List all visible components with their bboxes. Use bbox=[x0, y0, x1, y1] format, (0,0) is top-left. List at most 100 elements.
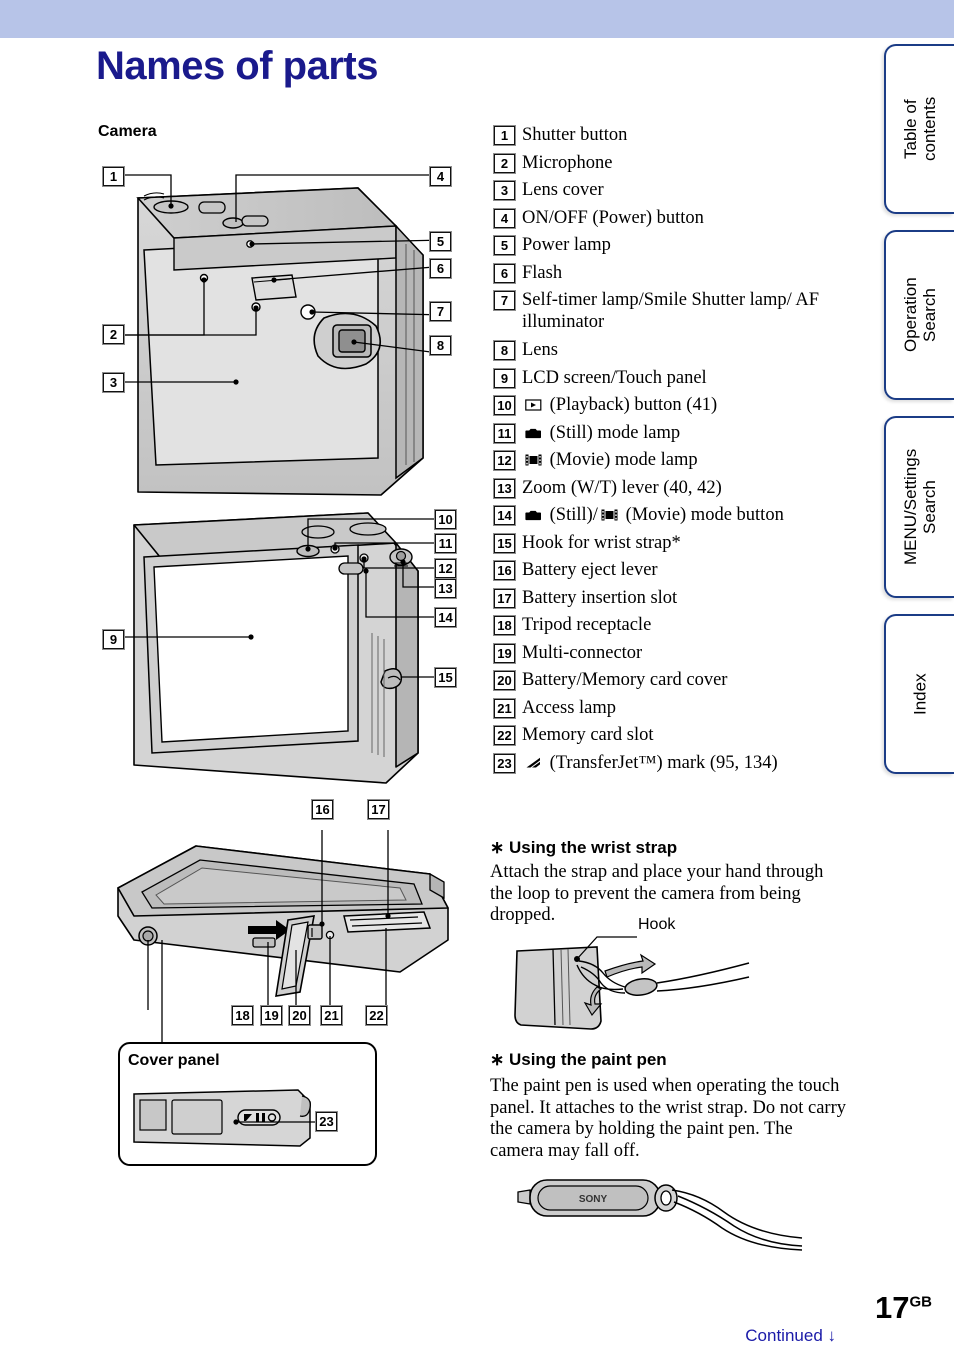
callout-23: 23 bbox=[315, 1111, 338, 1132]
part-label-17: Battery insertion slot bbox=[522, 587, 678, 608]
part-number-4: 4 bbox=[493, 207, 516, 229]
part-label-6: Flash bbox=[522, 262, 563, 283]
part-label-9: LCD screen/Touch panel bbox=[522, 367, 707, 388]
callout-7: 7 bbox=[429, 301, 452, 322]
callout-6: 6 bbox=[429, 258, 452, 279]
callout-15: 15 bbox=[434, 667, 457, 688]
callout-5: 5 bbox=[429, 231, 452, 252]
part-item-18: 18 Tripod receptacle bbox=[493, 614, 854, 636]
part-number-17: 17 bbox=[493, 587, 516, 609]
part-item-7: 7 Self-timer lamp/Smile Shutter lamp/ AF … bbox=[493, 289, 854, 333]
part-label-19: Multi-connector bbox=[522, 642, 643, 663]
part-label-1: Shutter button bbox=[522, 125, 628, 145]
part-item-11: 11 (Still) mode lamp bbox=[493, 422, 854, 444]
part-number-10: 10 bbox=[493, 395, 516, 416]
part-item-14: 14 (Still)/ (Movie) mode button bbox=[493, 504, 854, 526]
part-label-10: (Playback) button (41) bbox=[522, 394, 854, 416]
page-number: 17GB bbox=[875, 1290, 932, 1326]
part-item-3: 3 Lens cover bbox=[493, 179, 854, 201]
part-item-1: 1 Shutter button bbox=[493, 124, 854, 146]
part-number-13: 13 bbox=[493, 477, 516, 499]
part-label-11: (Still) mode lamp bbox=[522, 422, 854, 444]
part-number-12: 12 bbox=[493, 450, 516, 471]
part-item-15: 15 Hook for wrist strap* bbox=[493, 532, 854, 554]
wrist-strap-diagram bbox=[505, 925, 785, 1035]
part-label-7: Self-timer lamp/Smile Shutter lamp/ AF i… bbox=[522, 290, 820, 332]
part-label-3: Lens cover bbox=[522, 180, 604, 200]
paint-pen-body: The paint pen is used when operating the… bbox=[490, 1076, 847, 1161]
part-item-16: 16 Battery eject lever bbox=[493, 559, 854, 581]
callout-14: 14 bbox=[434, 607, 457, 628]
tab-index[interactable]: Index bbox=[884, 614, 954, 774]
part-label-14: (Still)/ (Movie) mode button bbox=[522, 504, 854, 526]
callout-18: 18 bbox=[231, 1005, 254, 1026]
callout-20: 20 bbox=[288, 1005, 311, 1026]
part-item-8: 8 Lens bbox=[493, 339, 854, 361]
tab-table-of-contents[interactable]: Table of contents bbox=[884, 44, 954, 214]
still-camera-icon bbox=[525, 510, 541, 521]
part-item-5: 5 Power lamp bbox=[493, 234, 854, 256]
callout-17: 17 bbox=[367, 799, 390, 820]
part-label-13: Zoom (W/T) lever (40, 42) bbox=[522, 477, 722, 498]
movie-film-icon bbox=[525, 454, 542, 466]
part-number-18: 18 bbox=[493, 615, 516, 636]
still-camera-icon bbox=[525, 428, 541, 438]
transferjet-icon bbox=[526, 757, 540, 767]
tab-menu-settings-search[interactable]: MENU/Settings Search bbox=[884, 416, 954, 598]
callout-1: 1 bbox=[102, 166, 125, 187]
part-label-text2-14: (Movie) mode button bbox=[620, 505, 784, 525]
part-label-text-14: (Still)/ bbox=[545, 505, 598, 525]
part-label-4: ON/OFF (Power) button bbox=[522, 207, 704, 228]
wrist-strap-heading: ∗ Using the wrist strap bbox=[490, 838, 678, 857]
paint-pen-heading: ∗ Using the paint pen bbox=[490, 1050, 667, 1069]
continued-link[interactable]: Continued ↓ bbox=[745, 1326, 836, 1346]
part-item-2: 2 Microphone bbox=[493, 152, 854, 174]
callout-21: 21 bbox=[320, 1005, 343, 1026]
part-item-10: 10 (Playback) button (41) bbox=[493, 394, 854, 416]
part-number-16: 16 bbox=[493, 560, 516, 581]
tab-menu-settings-search-label: MENU/Settings Search bbox=[901, 448, 939, 566]
part-label-16: Battery eject lever bbox=[522, 560, 658, 580]
part-item-12: 12 (Movie) mode lamp bbox=[493, 449, 854, 471]
tab-operation-search-label: Operation Search bbox=[901, 277, 939, 353]
part-label-15: Hook for wrist strap* bbox=[522, 532, 681, 553]
part-item-9: 9 LCD screen/Touch panel bbox=[493, 367, 854, 389]
cover-panel-label: Cover panel bbox=[128, 1052, 220, 1069]
part-item-6: 6 Flash bbox=[493, 262, 854, 284]
movie-film-icon bbox=[601, 509, 618, 521]
callout-9: 9 bbox=[102, 629, 125, 650]
part-label-18: Tripod receptacle bbox=[522, 615, 652, 635]
page-number-suffix: GB bbox=[909, 1293, 933, 1311]
part-item-17: 17 Battery insertion slot bbox=[493, 587, 854, 609]
part-label-5: Power lamp bbox=[522, 235, 611, 255]
part-number-22: 22 bbox=[493, 725, 516, 746]
part-number-19: 19 bbox=[493, 642, 516, 664]
callout-8: 8 bbox=[429, 335, 452, 356]
part-label-23: (TransferJet™) mark (95, 134) bbox=[522, 752, 854, 774]
page-number-value: 17 bbox=[875, 1290, 910, 1325]
part-item-13: 13 Zoom (W/T) lever (40, 42) bbox=[493, 477, 854, 499]
callout-11: 11 bbox=[434, 533, 457, 554]
part-number-21: 21 bbox=[493, 697, 516, 719]
part-item-4: 4 ON/OFF (Power) button bbox=[493, 207, 854, 229]
part-label-text-12: (Movie) mode lamp bbox=[545, 450, 698, 470]
tab-operation-search[interactable]: Operation Search bbox=[884, 230, 954, 400]
part-number-5: 5 bbox=[493, 235, 516, 256]
cover-panel-diagram bbox=[130, 1080, 330, 1152]
part-item-19: 19 Multi-connector bbox=[493, 642, 854, 664]
camera-bottom-view-diagram bbox=[100, 820, 470, 1020]
callout-4: 4 bbox=[429, 166, 452, 187]
part-label-text-10: (Playback) button (41) bbox=[545, 395, 718, 415]
part-label-8: Lens bbox=[522, 340, 558, 360]
part-number-2: 2 bbox=[493, 152, 516, 174]
part-item-22: 22 Memory card slot bbox=[493, 724, 854, 746]
part-number-23: 23 bbox=[493, 752, 516, 774]
part-label-text-11: (Still) mode lamp bbox=[545, 422, 681, 443]
callout-3: 3 bbox=[102, 372, 125, 393]
part-number-7: 7 bbox=[493, 290, 516, 311]
part-number-6: 6 bbox=[493, 262, 516, 284]
callout-22: 22 bbox=[365, 1005, 388, 1026]
part-number-1: 1 bbox=[493, 125, 516, 146]
callout-10: 10 bbox=[434, 509, 457, 530]
part-label-21: Access lamp bbox=[522, 697, 617, 718]
